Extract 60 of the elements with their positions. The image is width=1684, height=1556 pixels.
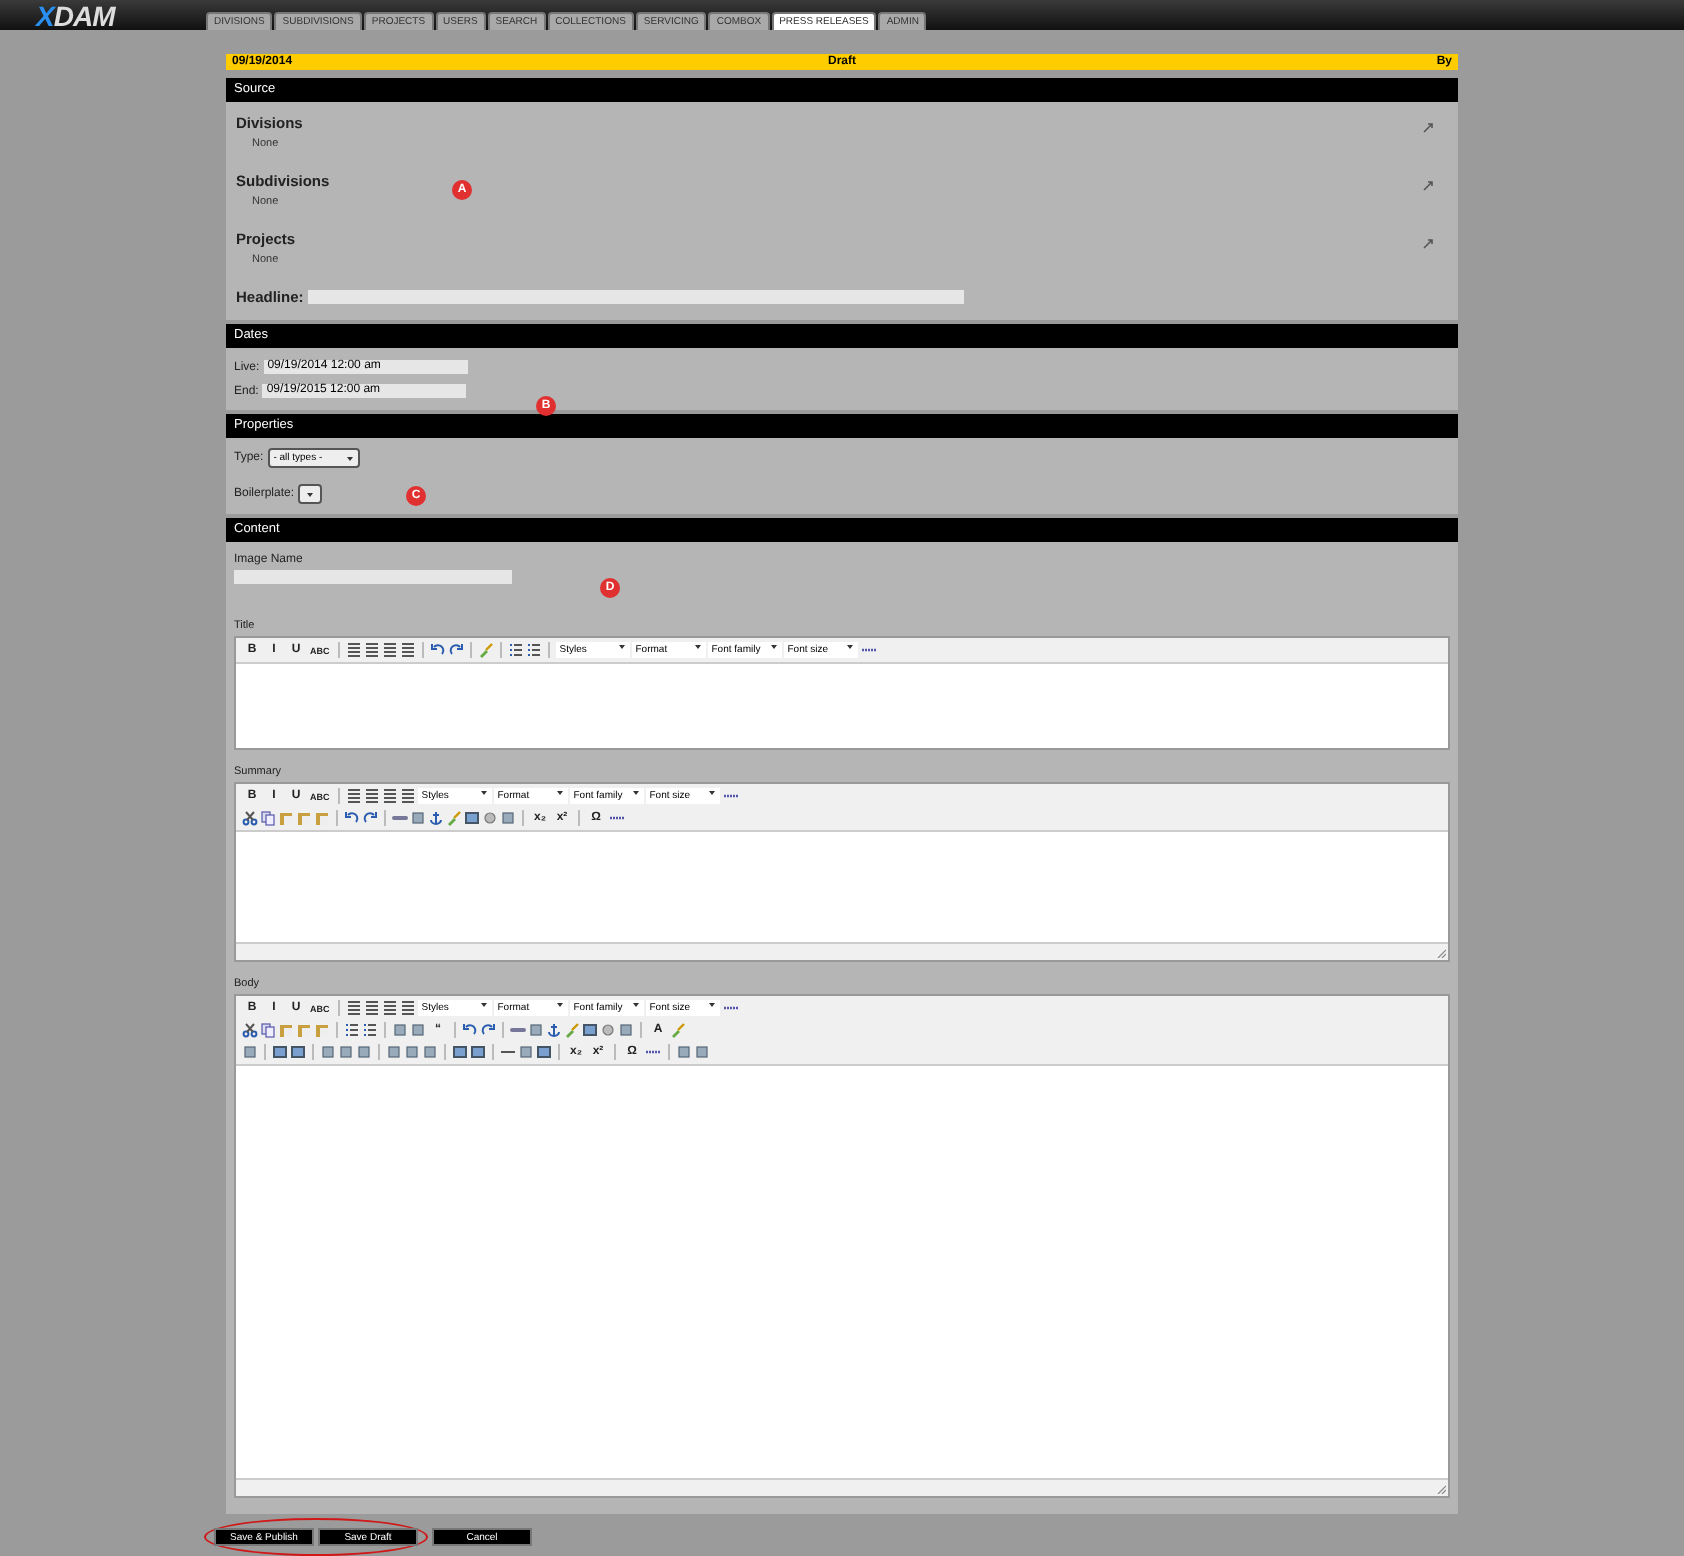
- copy-icon[interactable]: [260, 1022, 276, 1038]
- align-icon[interactable]: [345, 788, 362, 804]
- image-name-field[interactable]: [234, 570, 512, 584]
- caret-icon: [553, 788, 566, 798]
- anchor-icon[interactable]: [428, 810, 444, 826]
- list-icon[interactable]: [507, 642, 524, 658]
- align-icon[interactable]: [363, 788, 380, 804]
- list-icon[interactable]: [344, 1022, 360, 1038]
- align-icon[interactable]: [381, 642, 398, 658]
- circle-icon[interactable]: [482, 810, 498, 826]
- expand-icon[interactable]: [1422, 238, 1434, 250]
- caret-icon: [705, 1000, 718, 1010]
- align-icon[interactable]: [399, 642, 416, 658]
- redo-icon[interactable]: [447, 642, 464, 658]
- image-icon[interactable]: [464, 810, 480, 826]
- tool-icon[interactable]: [242, 1044, 258, 1060]
- undo-icon[interactable]: [429, 642, 446, 658]
- align-icon[interactable]: [345, 1000, 362, 1016]
- tool-icon[interactable]: [618, 1022, 634, 1038]
- resize-grip-icon[interactable]: [1436, 1484, 1446, 1494]
- list-icon[interactable]: [362, 1022, 378, 1038]
- circle-icon[interactable]: [600, 1022, 616, 1038]
- align-icon[interactable]: [345, 642, 362, 658]
- redo-icon[interactable]: [480, 1022, 496, 1038]
- scissors-icon[interactable]: [242, 810, 258, 826]
- expand-icon[interactable]: [1422, 122, 1434, 134]
- caret-icon: [705, 788, 718, 798]
- caret-icon: [843, 642, 856, 652]
- align-icon[interactable]: [399, 1000, 416, 1016]
- align-icon[interactable]: [399, 788, 416, 804]
- tool-icon[interactable]: [500, 810, 516, 826]
- caret-icon: [629, 1000, 642, 1010]
- logo: XDAM: [36, 2, 115, 32]
- scissors-icon[interactable]: [242, 1022, 258, 1038]
- caret-icon: [343, 453, 356, 463]
- undo-icon[interactable]: [344, 810, 360, 826]
- caret-icon: [629, 788, 642, 798]
- caret-icon: [304, 489, 317, 499]
- caret-icon: [477, 1000, 490, 1010]
- expand-icon[interactable]: [1422, 180, 1434, 192]
- caret-icon: [477, 788, 490, 798]
- list-icon[interactable]: [525, 642, 542, 658]
- resize-grip-icon[interactable]: [1436, 948, 1446, 958]
- anchor-icon[interactable]: [546, 1022, 562, 1038]
- caret-icon: [615, 642, 628, 652]
- tool-icon[interactable]: [410, 810, 426, 826]
- image-icon[interactable]: [582, 1022, 598, 1038]
- copy-icon[interactable]: [260, 810, 276, 826]
- headline-field[interactable]: [307, 290, 964, 304]
- image-icon[interactable]: [536, 1044, 552, 1060]
- caret-icon: [553, 1000, 566, 1010]
- align-icon[interactable]: [363, 1000, 380, 1016]
- undo-icon[interactable]: [462, 1022, 478, 1038]
- boilerplate-dropdown[interactable]: [298, 484, 323, 504]
- align-icon[interactable]: [381, 788, 398, 804]
- align-icon[interactable]: [381, 1000, 398, 1016]
- caret-icon: [767, 642, 780, 652]
- caret-icon: [691, 642, 704, 652]
- align-icon[interactable]: [363, 642, 380, 658]
- redo-icon[interactable]: [362, 810, 378, 826]
